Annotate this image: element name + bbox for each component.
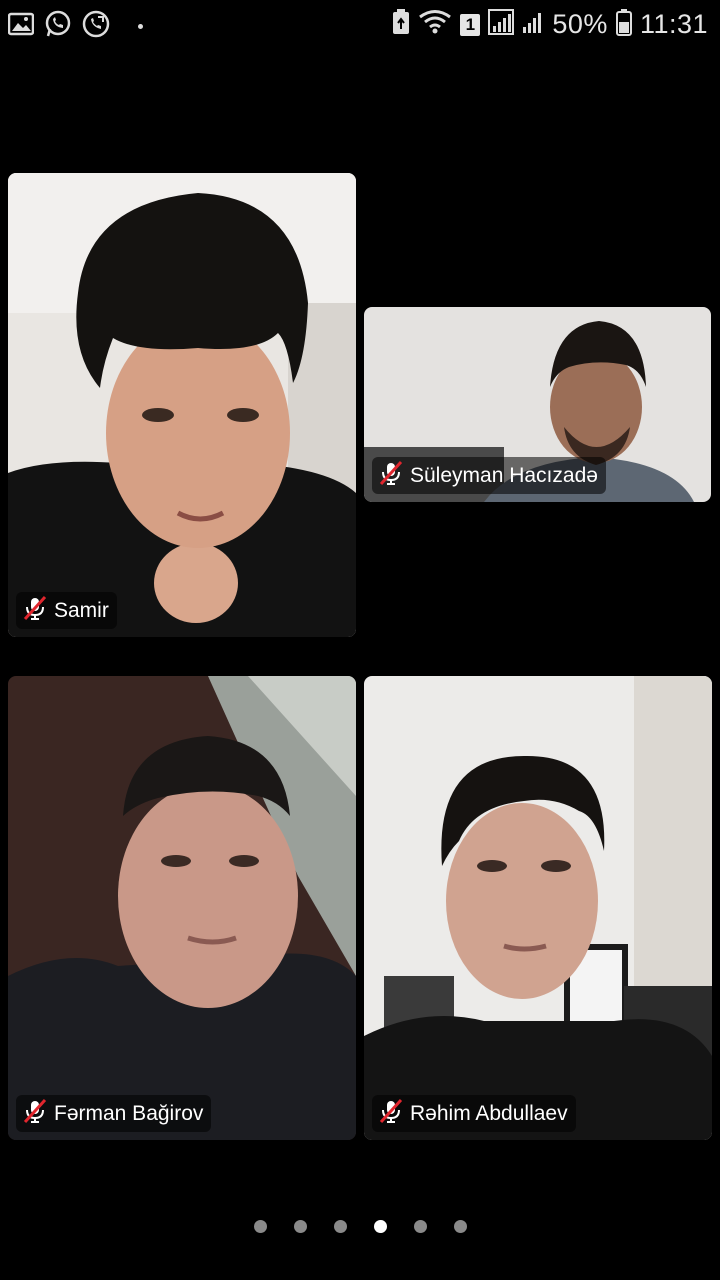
mic-off-icon xyxy=(378,1098,404,1129)
participant-name-tag: Samir xyxy=(16,592,117,629)
video-feed xyxy=(364,676,712,1140)
whatsapp-icon xyxy=(44,10,72,43)
video-feed xyxy=(8,173,356,637)
video-tile-samir[interactable]: Samir xyxy=(8,173,356,637)
battery-percent: 50% xyxy=(552,9,608,39)
mic-off-icon xyxy=(22,595,48,626)
participant-name-tag: Rəhim Abdullaev xyxy=(372,1095,576,1132)
participant-name: Süleyman Hacızadə xyxy=(410,463,598,487)
participant-name: Samir xyxy=(54,598,109,622)
gallery-icon xyxy=(7,12,35,41)
page-dot-1[interactable] xyxy=(253,1220,267,1233)
battery-icon xyxy=(615,8,632,41)
mic-off-icon xyxy=(22,1098,48,1129)
phone-call-icon xyxy=(82,10,110,43)
signal-icon-2 xyxy=(522,9,544,40)
signal-icon xyxy=(488,9,515,40)
page-dot-6[interactable] xyxy=(453,1220,467,1233)
page-indicator[interactable] xyxy=(0,1220,720,1233)
wifi-icon xyxy=(418,9,452,40)
participant-name: Rəhim Abdullaev xyxy=(410,1101,568,1125)
sim-badge: 1 xyxy=(460,13,481,36)
clock: 11:31 xyxy=(639,9,708,39)
battery-saver-icon xyxy=(392,8,410,41)
page-dot-2[interactable] xyxy=(293,1220,307,1233)
participant-name-tag: Süleyman Hacızadə xyxy=(372,457,606,494)
notification-dot-icon xyxy=(138,24,143,29)
video-tile-rehim[interactable]: Rəhim Abdullaev xyxy=(364,676,712,1140)
mic-off-icon xyxy=(378,460,404,491)
page-dot-5[interactable] xyxy=(413,1220,427,1233)
participant-name-tag: Fərman Bağirov xyxy=(16,1095,212,1132)
page-dot-3[interactable] xyxy=(333,1220,347,1233)
video-feed xyxy=(8,676,356,1140)
participant-name: Fərman Bağirov xyxy=(54,1101,204,1125)
video-tile-suleyman[interactable]: Süleyman Hacızadə xyxy=(364,307,711,502)
page-dot-4[interactable] xyxy=(373,1220,387,1233)
status-bar: 1 50% 11:31 xyxy=(0,0,720,48)
video-tile-ferman[interactable]: Fərman Bağirov xyxy=(8,676,356,1140)
